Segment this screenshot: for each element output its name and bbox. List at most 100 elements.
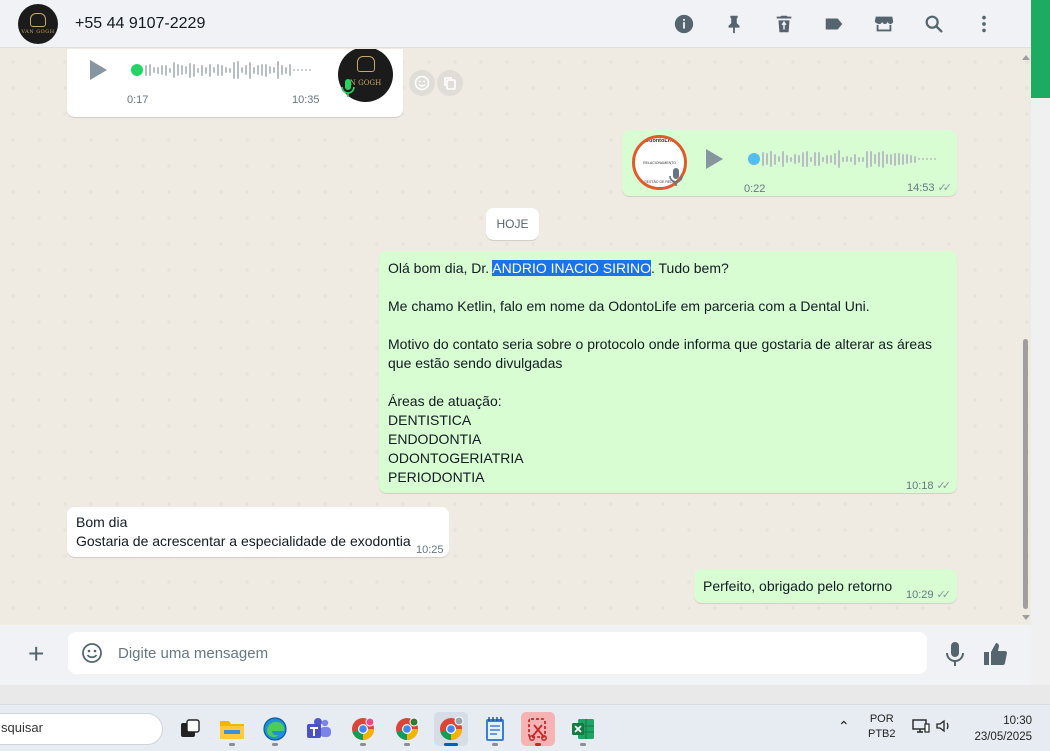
waveform-bar xyxy=(293,69,295,71)
message-time-text: 10:18 xyxy=(906,480,934,492)
teams-icon[interactable] xyxy=(302,712,336,746)
taskbar-search-input[interactable] xyxy=(1,720,151,735)
contact-name[interactable]: +55 44 9107-2229 xyxy=(75,15,205,33)
tray-overflow-chevron-icon[interactable]: ⌃ xyxy=(838,719,850,734)
snipping-tool-icon[interactable] xyxy=(521,712,555,746)
taskbar-search[interactable] xyxy=(0,713,163,745)
voice-duration: 0:17 xyxy=(127,94,149,106)
copy-icon[interactable] xyxy=(437,70,463,96)
file-explorer-icon[interactable] xyxy=(215,712,249,746)
running-indicator xyxy=(492,743,498,746)
search-icon[interactable] xyxy=(909,8,959,40)
header-actions xyxy=(659,8,1009,40)
waveform-bar xyxy=(157,66,159,74)
waveform-bar xyxy=(782,151,784,167)
waveform-bar xyxy=(866,150,868,168)
clock-date: 23/05/2025 xyxy=(974,731,1032,743)
keyboard-layout: PTB2 xyxy=(868,728,896,740)
trash-icon[interactable] xyxy=(759,8,809,40)
whatsapp-window: VAN GOGH +55 44 9107-2229 0:17 10:35 N G… xyxy=(0,0,1031,685)
edge-browser-icon[interactable] xyxy=(258,712,292,746)
playback-position-dot[interactable] xyxy=(131,64,143,76)
task-view-icon[interactable] xyxy=(173,712,207,746)
notepad-icon[interactable] xyxy=(478,712,512,746)
info-icon[interactable] xyxy=(659,8,709,40)
waveform-bar xyxy=(173,62,175,78)
waveform-bar xyxy=(902,153,904,165)
message-text: Perfeito, obrigado pelo retorno xyxy=(703,578,893,594)
message-time: 10:18 ✓✓ xyxy=(906,477,952,496)
microphone-icon[interactable] xyxy=(944,641,966,667)
waveform-bar xyxy=(814,152,816,166)
waveform-bar xyxy=(189,62,191,78)
running-indicator xyxy=(360,743,366,746)
chat-messages[interactable]: 0:17 10:35 N GOGH OdontoLife RELACIONAME… xyxy=(0,49,1031,625)
waveform-bar xyxy=(181,65,183,75)
waveform-bar xyxy=(233,61,235,79)
waveform-bar xyxy=(229,67,231,73)
waveform-bar xyxy=(253,66,255,74)
chrome-active-icon[interactable] xyxy=(434,712,468,746)
volume-icon[interactable] xyxy=(935,718,953,739)
emoji-icon[interactable] xyxy=(81,642,103,664)
mic-badge-icon xyxy=(669,168,683,186)
taskbar-clock[interactable]: 10:30 23/05/2025 xyxy=(974,713,1032,745)
waveform-bar xyxy=(834,153,836,165)
waveform-bar xyxy=(878,151,880,167)
play-icon[interactable] xyxy=(90,60,107,80)
more-options-icon[interactable] xyxy=(959,8,1009,40)
waveform-bar xyxy=(149,64,151,76)
scroll-down-arrow-icon[interactable] xyxy=(1022,615,1030,620)
message-paragraph-intro: Me chamo Ketlin, falo em nome da OdontoL… xyxy=(388,298,870,314)
waveform-bar xyxy=(245,65,247,75)
waveform-bar xyxy=(237,61,239,79)
play-icon[interactable] xyxy=(706,149,723,169)
message-paragraph-greeting: Olá bom dia, Dr. ANDRIO INACIO SIRINO. T… xyxy=(388,259,948,278)
waveform-bar xyxy=(153,67,155,73)
waveform-bar xyxy=(273,67,275,73)
chrome-profile-icon[interactable] xyxy=(390,712,424,746)
waveform-bar xyxy=(309,69,311,71)
chrome-icon[interactable] xyxy=(346,712,380,746)
language-indicator[interactable]: POR PTB2 xyxy=(868,712,896,742)
label-tag-icon[interactable] xyxy=(809,8,859,40)
waveform-bar xyxy=(798,155,800,163)
network-icon[interactable] xyxy=(912,718,930,739)
voice-waveform[interactable] xyxy=(145,59,313,81)
playback-position-dot[interactable] xyxy=(748,153,760,165)
area-item: DENTISTICA xyxy=(388,412,472,428)
waveform-bar xyxy=(169,67,171,73)
running-indicator xyxy=(229,743,235,746)
attach-plus-icon[interactable]: + xyxy=(28,640,44,668)
scrollbar-thumb[interactable] xyxy=(1023,339,1028,609)
message-outgoing[interactable]: Olá bom dia, Dr. ANDRIO INACIO SIRINO. T… xyxy=(379,251,957,493)
excel-icon[interactable] xyxy=(566,712,600,746)
waveform-bar xyxy=(209,63,211,77)
waveform-bar xyxy=(818,152,820,166)
message-time: 10:29 ✓✓ xyxy=(906,586,952,605)
thumbs-up-icon[interactable] xyxy=(982,641,1008,667)
message-incoming[interactable]: Bom dia Gostaria de acrescentar a especi… xyxy=(67,507,449,557)
mic-badge-icon xyxy=(341,79,355,97)
waveform-bar xyxy=(838,150,840,168)
read-ticks-icon: ✓✓ xyxy=(936,480,952,492)
waveform-bar xyxy=(770,151,772,167)
greeting-text-after: . Tudo bem? xyxy=(650,260,729,276)
waveform-bar xyxy=(898,153,900,165)
emoji-react-icon[interactable] xyxy=(409,70,435,96)
scroll-up-arrow-icon[interactable] xyxy=(1022,55,1030,60)
running-indicator xyxy=(272,743,278,746)
read-ticks-icon: ✓✓ xyxy=(936,589,952,601)
message-input-box[interactable] xyxy=(68,632,927,674)
language-code: POR xyxy=(869,713,894,725)
waveform-bar xyxy=(305,69,307,71)
message-outgoing[interactable]: Perfeito, obrigado pelo retorno 10:29 ✓✓ xyxy=(694,569,957,603)
contact-avatar[interactable]: VAN GOGH xyxy=(18,4,58,44)
running-indicator xyxy=(580,743,586,746)
clock-time: 10:30 xyxy=(1003,715,1032,727)
waveform-bar xyxy=(830,155,832,163)
pin-icon[interactable] xyxy=(709,8,759,40)
store-icon[interactable] xyxy=(859,8,909,40)
voice-waveform[interactable] xyxy=(762,148,938,170)
message-input[interactable] xyxy=(118,642,898,664)
